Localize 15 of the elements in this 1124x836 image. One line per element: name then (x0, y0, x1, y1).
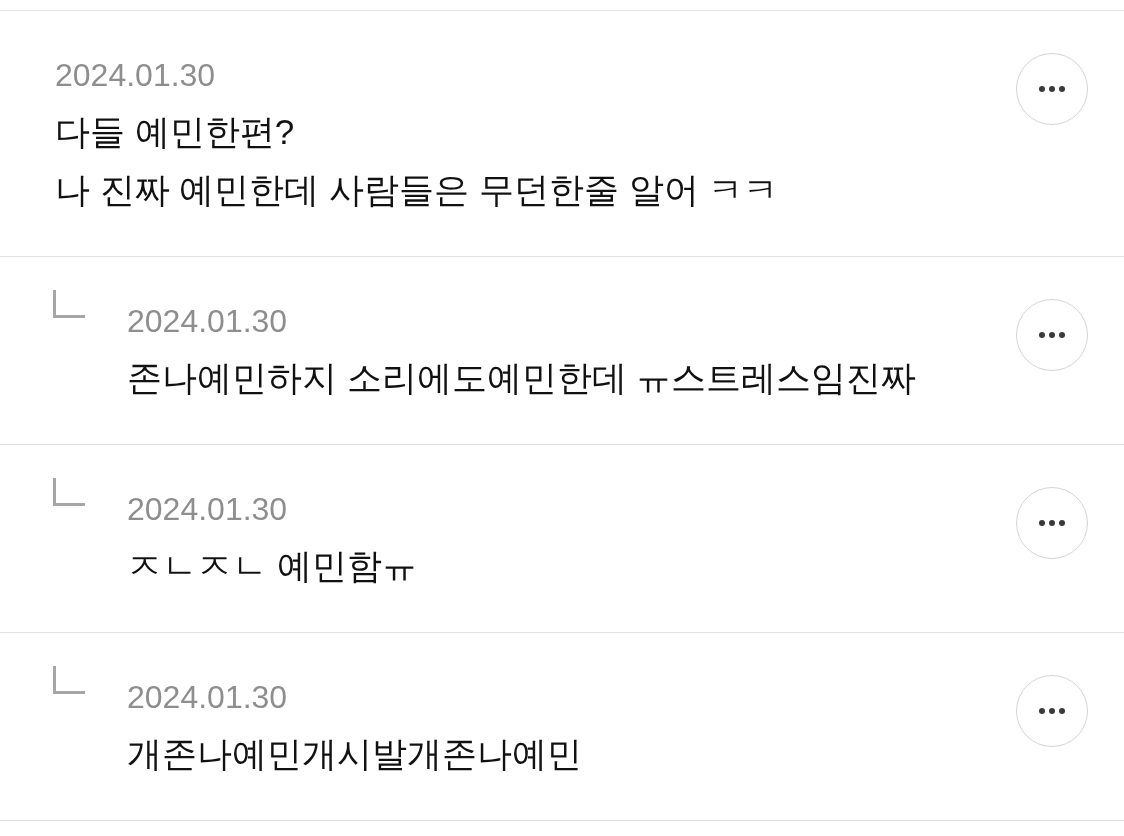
ellipsis-icon (1039, 86, 1065, 92)
comment-text: 존나예민하지 소리에도예민한데 ㅠ스트레스임진짜 (127, 357, 918, 399)
comment-date: 2024.01.30 (127, 302, 289, 341)
comment-date: 2024.01.30 (127, 490, 289, 529)
comment-date: 2024.01.30 (55, 56, 217, 95)
ellipsis-icon (1039, 332, 1065, 338)
comment-date: 2024.01.30 (127, 678, 289, 717)
comment-text: ㅈㄴㅈㄴ 예민함ㅠ (127, 545, 418, 587)
reply-indent-icon (53, 478, 85, 506)
ellipsis-icon (1039, 520, 1065, 526)
ellipsis-icon (1039, 708, 1065, 714)
reply-indent-icon (53, 290, 85, 318)
comment-text: 개존나예민개시발개존나예민 (127, 733, 583, 775)
reply-indent-icon (53, 666, 85, 694)
comment-text: 다들 예민한편? 나 진짜 예민한데 사람들은 무던한줄 알어 ㅋㅋ (55, 111, 780, 211)
